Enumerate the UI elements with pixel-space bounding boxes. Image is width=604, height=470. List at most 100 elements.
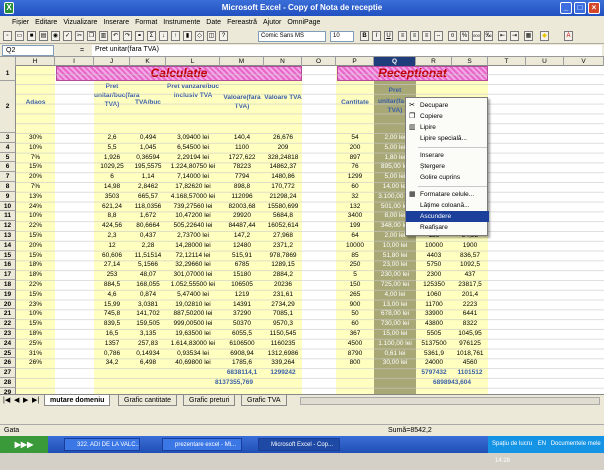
menu-item-format-cells[interactable]: ▦ Formatare celule... <box>406 189 489 200</box>
cell-p[interactable]: 900 <box>336 300 374 310</box>
cell-j[interactable]: 27,14 <box>94 260 130 270</box>
sheet-tab-grafic-tva[interactable]: Grafic TVA <box>241 395 287 406</box>
cell-r[interactable]: 125350 <box>416 280 452 290</box>
total-s27[interactable]: 1101512 <box>452 368 488 378</box>
cell-r[interactable]: 1060 <box>416 290 452 300</box>
cell-m[interactable]: 6785 <box>220 260 264 270</box>
row-header[interactable]: 21 <box>0 309 16 320</box>
menu-item-clear[interactable]: Golire cuprins <box>406 172 489 183</box>
menu-item-cut[interactable]: ✂ Decupare <box>406 100 489 111</box>
cell-n[interactable]: 1312,6986 <box>264 349 302 359</box>
cell-l[interactable]: 739,27560 lei <box>166 202 220 212</box>
cell-q[interactable]: 678,00 lei <box>374 309 416 319</box>
indent-icon[interactable]: ⇥ <box>510 31 519 41</box>
row-header[interactable]: 17 <box>0 270 16 280</box>
cell-n[interactable]: 14862,37 <box>264 162 302 172</box>
col-header-o[interactable]: O <box>302 57 336 66</box>
row-header[interactable]: 20 <box>0 299 16 310</box>
cell-k[interactable]: 257,83 <box>130 339 166 349</box>
cell-m[interactable]: 1100 <box>220 143 264 153</box>
new-icon[interactable]: ▫ <box>3 31 12 41</box>
cell-l[interactable]: 17,82620 lei <box>166 182 220 192</box>
tray-documents[interactable]: Documentele mele <box>551 441 601 447</box>
cell-m[interactable]: 29920 <box>220 211 264 221</box>
col-header-v[interactable]: V <box>564 57 604 66</box>
row-header[interactable]: 6 <box>0 162 16 173</box>
cell-n[interactable]: 27,968 <box>264 231 302 241</box>
cell-m[interactable]: 15180 <box>220 270 264 280</box>
cell-k[interactable]: 118,0356 <box>130 202 166 212</box>
cell-m[interactable]: 50370 <box>220 319 264 329</box>
cell-j[interactable]: 16,5 <box>94 329 130 339</box>
cell-s[interactable]: 4560 <box>452 358 488 368</box>
horizontal-scrollbar[interactable] <box>300 397 600 405</box>
minimize-button[interactable]: _ <box>560 2 572 14</box>
cell-k[interactable]: 141,702 <box>130 309 166 319</box>
menu-item-insert[interactable]: Inserare <box>406 150 489 161</box>
row-header[interactable]: 12 <box>0 221 16 231</box>
cell-l[interactable]: 999,00500 lei <box>166 319 220 329</box>
cell-p[interactable]: 85 <box>336 251 374 261</box>
cell-h[interactable]: 15% <box>16 162 55 172</box>
cell-n[interactable]: 20236 <box>264 280 302 290</box>
cell-k[interactable]: 2,28 <box>130 241 166 251</box>
currency-icon[interactable]: ¤ <box>448 31 457 41</box>
cell-j[interactable]: 12 <box>94 241 130 251</box>
row-header[interactable]: 25 <box>0 348 16 359</box>
cell-m[interactable]: 515,91 <box>220 251 264 261</box>
cell-k[interactable]: 159,505 <box>130 319 166 329</box>
cell-h[interactable]: 20% <box>16 172 55 182</box>
cell-n[interactable]: 170,772 <box>264 182 302 192</box>
cell-n[interactable]: 26,676 <box>264 133 302 143</box>
chart-wizard-icon[interactable]: ▮ <box>183 31 192 41</box>
menu-item-column-width[interactable]: Lățime coloană... <box>406 200 489 211</box>
cell-k[interactable]: 0,874 <box>130 290 166 300</box>
col-header-l[interactable]: L <box>166 57 220 66</box>
preview-icon[interactable]: ◉ <box>51 31 60 41</box>
cell-s[interactable]: 1045,95 <box>452 329 488 339</box>
cell-h[interactable]: 20% <box>16 241 55 251</box>
cell-l[interactable]: 0,93534 lei <box>166 349 220 359</box>
cell-s[interactable]: 201,4 <box>452 290 488 300</box>
cell-j[interactable]: 1029,25 <box>94 162 130 172</box>
cell-q[interactable]: 23,00 lei <box>374 260 416 270</box>
cell-n[interactable]: 339,264 <box>264 358 302 368</box>
col-header-j[interactable]: J <box>94 57 130 66</box>
cell-j[interactable]: 2,3 <box>94 231 130 241</box>
paste-icon[interactable]: ▥ <box>99 31 108 41</box>
menu-format[interactable]: Format <box>135 19 157 26</box>
row-header[interactable]: 2 <box>0 81 16 133</box>
cell-p[interactable]: 265 <box>336 290 374 300</box>
menu-data[interactable]: Date <box>206 19 221 26</box>
col-header-u[interactable]: U <box>526 57 564 66</box>
outdent-icon[interactable]: ⇤ <box>498 31 507 41</box>
cell-r[interactable]: 5750 <box>416 260 452 270</box>
row-header[interactable]: 13 <box>0 231 16 241</box>
cell-p[interactable]: 5 <box>336 270 374 280</box>
cell-j[interactable]: 4,6 <box>94 290 130 300</box>
sort-asc-icon[interactable]: ↓ <box>159 31 168 41</box>
menu-item-delete[interactable]: Ștergere <box>406 161 489 172</box>
row-header[interactable]: 18 <box>0 280 16 290</box>
cell-m[interactable]: 6106500 <box>220 339 264 349</box>
row-header[interactable]: 8 <box>0 182 16 192</box>
row-header[interactable]: 24 <box>0 338 16 349</box>
cell-p[interactable]: 64 <box>336 231 374 241</box>
menu-item-paste[interactable]: ▥ Lipire <box>406 122 489 133</box>
col-header-n[interactable]: N <box>264 57 302 66</box>
col-header-k[interactable]: K <box>130 57 166 66</box>
cell-h[interactable]: 15% <box>16 231 55 241</box>
bold-button[interactable]: B <box>360 31 369 41</box>
total-r27[interactable]: 5797432 <box>416 368 452 378</box>
cell-n[interactable]: 1480,86 <box>264 172 302 182</box>
cell-k[interactable]: 1,672 <box>130 211 166 221</box>
cell-r[interactable]: 10000 <box>416 241 452 251</box>
cell-n[interactable]: 2734,29 <box>264 300 302 310</box>
col-header-i[interactable]: I <box>55 57 94 66</box>
col-header-q[interactable]: Q <box>374 57 416 66</box>
merge-icon[interactable]: ⇔ <box>434 31 443 41</box>
cell-q[interactable]: 0,61 lei <box>374 349 416 359</box>
cell-n[interactable]: 328,24818 <box>264 153 302 163</box>
cell-l[interactable]: 2,29194 lei <box>166 153 220 163</box>
cell-j[interactable]: 15,99 <box>94 300 130 310</box>
